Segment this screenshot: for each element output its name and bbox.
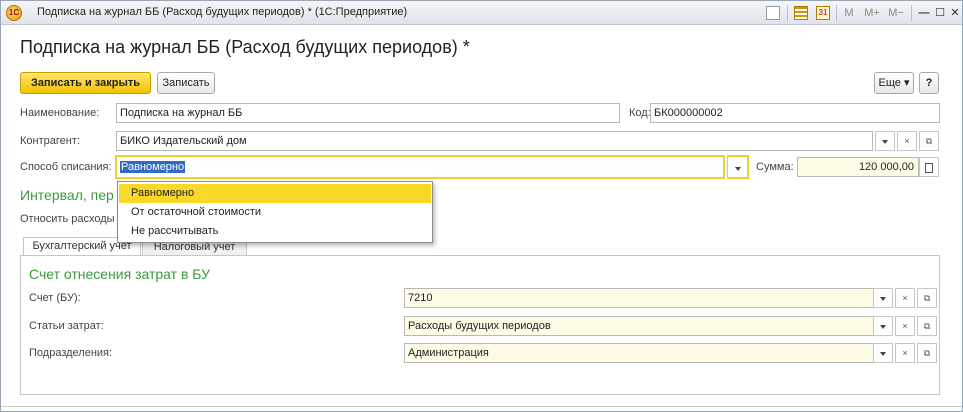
attribute-label: Относить расходы	[20, 213, 115, 225]
toolbar-separator	[787, 5, 788, 21]
expense-items-clear-button[interactable]: ×	[895, 316, 915, 336]
close-icon[interactable]: ✕	[949, 5, 961, 21]
toolbar-separator	[911, 5, 912, 21]
tab-panel: Счет отнесения затрат в БУ Счет (БУ): 72…	[20, 255, 940, 395]
sum-field[interactable]: 120 000,00	[797, 157, 919, 177]
method-selected-text: Равномерно	[120, 161, 186, 173]
minimize-icon[interactable]: —	[918, 5, 930, 21]
contractor-dropdown-button[interactable]	[875, 131, 895, 151]
calculator-icon	[925, 162, 933, 173]
account-label: Счет (БУ):	[29, 292, 81, 304]
maximize-icon[interactable]: ☐	[934, 5, 946, 21]
account-dropdown-button[interactable]	[873, 288, 893, 308]
departments-open-button[interactable]: ⧉	[917, 343, 937, 363]
expense-items-label: Статьи затрат:	[29, 320, 104, 332]
account-open-button[interactable]: ⧉	[917, 288, 937, 308]
save-button[interactable]: Записать	[157, 72, 215, 94]
memory-minus-icon[interactable]: M−	[887, 5, 905, 21]
calculator-icon[interactable]	[794, 6, 808, 20]
account-clear-button[interactable]: ×	[895, 288, 915, 308]
contractor-open-button[interactable]: ⧉	[919, 131, 939, 151]
code-field[interactable]: БК000000002	[650, 103, 940, 123]
help-button[interactable]: ?	[919, 72, 939, 94]
title-bar: 1С Подписка на журнал ББ (Расход будущих…	[1, 1, 962, 25]
memory-plus-icon[interactable]: M+	[863, 5, 881, 21]
interval-heading: Интервал, пер	[20, 187, 114, 203]
dropdown-option-residual[interactable]: От остаточной стоимости	[119, 203, 431, 222]
name-field[interactable]: Подписка на журнал ББ	[116, 103, 620, 123]
departments-field[interactable]: Администрация	[404, 343, 889, 363]
toolbar-separator	[836, 5, 837, 21]
code-label: Код:	[629, 107, 651, 119]
contractor-field[interactable]: БИКО Издательский дом	[116, 131, 873, 151]
1c-logo-icon: 1С	[6, 5, 22, 21]
contractor-label: Контрагент:	[20, 135, 80, 147]
memory-m-icon[interactable]: M	[843, 5, 855, 21]
window-title: Подписка на журнал ББ (Расход будущих пе…	[37, 6, 408, 18]
departments-label: Подразделения:	[29, 347, 113, 359]
departments-clear-button[interactable]: ×	[895, 343, 915, 363]
dropdown-option-none[interactable]: Не рассчитывать	[119, 222, 431, 241]
dropdown-option-uniform[interactable]: Равномерно	[119, 184, 431, 203]
departments-dropdown-button[interactable]	[873, 343, 893, 363]
doc-icon[interactable]	[766, 6, 780, 20]
method-dropdown-button[interactable]	[727, 155, 749, 179]
method-label: Способ списания:	[20, 161, 112, 173]
expense-items-dropdown-button[interactable]	[873, 316, 893, 336]
app-window: 1С Подписка на журнал ББ (Расход будущих…	[0, 0, 963, 412]
method-combobox[interactable]: Равномерно	[115, 155, 725, 179]
expense-items-open-button[interactable]: ⧉	[917, 316, 937, 336]
account-field[interactable]: 7210	[404, 288, 889, 308]
expense-items-field[interactable]: Расходы будущих периодов	[404, 316, 889, 336]
name-label: Наименование:	[20, 107, 100, 119]
method-dropdown-list: Равномерно От остаточной стоимости Не ра…	[117, 181, 433, 243]
calendar-icon[interactable]: 31	[816, 6, 830, 20]
contractor-clear-button[interactable]: ×	[897, 131, 917, 151]
more-button[interactable]: Еще ▾	[874, 72, 914, 94]
section-heading: Счет отнесения затрат в БУ	[29, 266, 211, 282]
calculator-button[interactable]	[919, 157, 939, 177]
divider	[1, 406, 962, 407]
page-title: Подписка на журнал ББ (Расход будущих пе…	[20, 37, 470, 57]
sum-label: Сумма:	[756, 161, 794, 173]
save-and-close-button[interactable]: Записать и закрыть	[20, 72, 151, 94]
